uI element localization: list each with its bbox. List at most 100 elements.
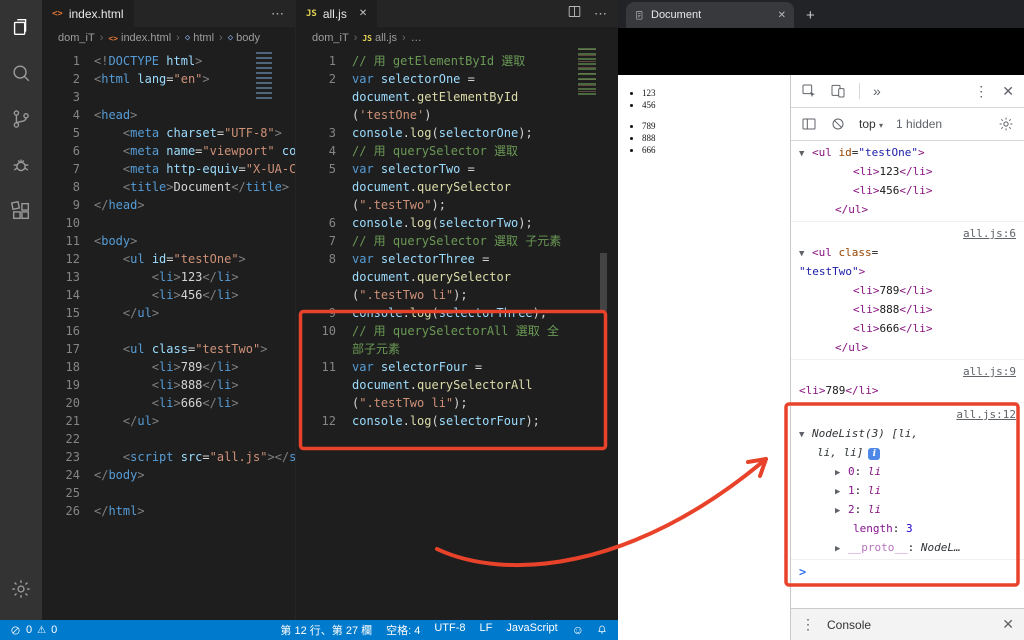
- code-token: meta: [130, 126, 160, 140]
- console-token: <ul: [812, 146, 832, 159]
- code-token: >: [137, 198, 145, 212]
- editor-group-html: <> index.html ⋯ dom_iT › <> index.html › ◇ htm…: [42, 0, 295, 620]
- code-token: meta: [130, 162, 160, 176]
- new-tab-button[interactable]: +: [806, 7, 815, 24]
- encoding[interactable]: UTF-8: [434, 622, 465, 638]
- device-toolbar-icon[interactable]: [830, 83, 846, 99]
- console-settings-gear-icon[interactable]: [998, 116, 1014, 132]
- code-token: li: [159, 360, 174, 374]
- code-token: li: [216, 396, 232, 410]
- hidden-messages-label[interactable]: 1 hidden: [896, 117, 942, 131]
- expand-arrow-icon[interactable]: ▶: [835, 540, 848, 557]
- page-list-item: 456: [642, 99, 790, 111]
- code-token: .: [409, 270, 418, 284]
- explorer-icon[interactable]: [0, 4, 42, 50]
- breadcrumb-item[interactable]: html: [193, 32, 214, 44]
- page-list-item: 888: [642, 132, 790, 144]
- console-token: <ul: [812, 246, 832, 259]
- console-token: >: [917, 146, 925, 159]
- end-of-line[interactable]: LF: [480, 622, 493, 638]
- devtools-close-icon[interactable]: ✕: [1002, 83, 1014, 100]
- editor2-code[interactable]: 1// 用 getElementById 選取 2 var selectorOne …: [296, 50, 618, 620]
- line-number: 5: [72, 126, 80, 140]
- breadcrumb-item[interactable]: index.html: [121, 32, 171, 44]
- console-token: <li>: [853, 303, 880, 316]
- expand-arrow-icon[interactable]: ▶: [835, 502, 848, 519]
- devtools-menu-icon[interactable]: ⋮: [974, 83, 988, 100]
- breadcrumb-item[interactable]: dom_iT: [312, 32, 349, 44]
- browser-tab-document[interactable]: Document ✕: [626, 2, 794, 28]
- notifications-bell-icon[interactable]: [596, 624, 608, 636]
- console-source-link[interactable]: all.js:9: [963, 365, 1016, 378]
- search-icon[interactable]: [0, 50, 42, 96]
- browser-tab-strip: Document ✕ +: [618, 0, 1024, 28]
- breadcrumb-item[interactable]: …: [411, 32, 422, 44]
- tab-close-icon[interactable]: ✕: [359, 8, 367, 19]
- breadcrumb-item[interactable]: all.js: [375, 32, 397, 44]
- tab-close-icon[interactable]: ✕: [778, 10, 786, 21]
- indent-size[interactable]: 空格: 4: [386, 622, 420, 638]
- more-panels-icon[interactable]: »: [873, 83, 881, 99]
- problems-indicator[interactable]: 0 ⚠ 0: [10, 624, 57, 636]
- info-icon[interactable]: i: [868, 448, 881, 460]
- minimap[interactable]: [578, 48, 596, 96]
- line-number: 12: [321, 414, 336, 428]
- context-selector[interactable]: top ▾: [859, 117, 883, 131]
- console-sidebar-icon[interactable]: [801, 116, 817, 132]
- console-source-link[interactable]: all.js:12: [956, 408, 1016, 421]
- code-token: getElementById: [417, 90, 519, 104]
- breadcrumb-item[interactable]: body: [236, 32, 260, 44]
- code-token: html: [101, 72, 131, 86]
- breadcrumb-item[interactable]: dom_iT: [58, 32, 95, 44]
- feedback-smiley-icon[interactable]: ☺: [572, 623, 584, 637]
- console-prompt[interactable]: >: [791, 560, 1024, 584]
- code-token: ul: [130, 252, 145, 266]
- drawer-menu-icon[interactable]: ⋮: [801, 616, 815, 633]
- settings-gear-icon[interactable]: [0, 566, 42, 612]
- source-control-icon[interactable]: [0, 96, 42, 142]
- code-token: >: [151, 306, 160, 320]
- code-line: (".testTwo li");: [296, 394, 618, 412]
- tab-all-js[interactable]: JS all.js ✕: [296, 0, 378, 27]
- code-token: </: [122, 414, 138, 428]
- run-debug-icon[interactable]: [0, 142, 42, 188]
- expand-arrow-icon[interactable]: ▶: [835, 483, 848, 500]
- tab-index-html[interactable]: <> index.html: [42, 0, 134, 27]
- breadcrumb-separator-icon: ›: [219, 32, 223, 44]
- line-number: 1: [72, 54, 80, 68]
- split-editor-icon[interactable]: [567, 4, 582, 24]
- minimap[interactable]: [256, 52, 272, 102]
- expand-arrow-icon[interactable]: ▼: [799, 145, 812, 162]
- cursor-position[interactable]: 第 12 行、第 27 欄: [280, 622, 372, 638]
- code-line: 12 console.log(selectorFour);: [296, 412, 618, 430]
- language-mode[interactable]: JavaScript: [506, 622, 557, 638]
- expand-arrow-icon[interactable]: ▼: [799, 426, 812, 443]
- line-number: 26: [65, 504, 80, 518]
- code-token: 'testOne': [359, 108, 425, 122]
- code-token: "testTwo": [195, 342, 261, 356]
- code-token: .: [402, 306, 410, 320]
- expand-arrow-icon[interactable]: ▼: [799, 245, 812, 262]
- code-token: >: [151, 414, 160, 428]
- code-token: querySelector: [417, 180, 511, 194]
- console-source-link[interactable]: all.js:6: [963, 227, 1016, 240]
- drawer-close-icon[interactable]: ✕: [1002, 616, 1014, 633]
- clear-console-icon[interactable]: [830, 116, 846, 132]
- file-html-icon: <>: [108, 33, 118, 43]
- code-token: src: [173, 450, 203, 464]
- code-token: >: [231, 378, 239, 392]
- extensions-icon[interactable]: [0, 188, 42, 234]
- expand-arrow-icon[interactable]: ▶: [835, 464, 848, 481]
- code-line: 18 <li>789</li>: [42, 358, 295, 376]
- editor1-code[interactable]: 1 <!DOCTYPE html> 2 <html lang="en"> 3 4 <head…: [42, 50, 295, 620]
- more-actions-icon[interactable]: ⋯: [271, 6, 285, 22]
- code-token: 456: [180, 288, 203, 302]
- code-line: 部子元素: [296, 340, 618, 358]
- inspect-element-icon[interactable]: [801, 83, 817, 99]
- more-actions-icon[interactable]: ⋯: [594, 6, 608, 22]
- code-token: =: [467, 360, 483, 374]
- scrollbar[interactable]: [600, 253, 607, 311]
- code-token: body: [101, 234, 131, 248]
